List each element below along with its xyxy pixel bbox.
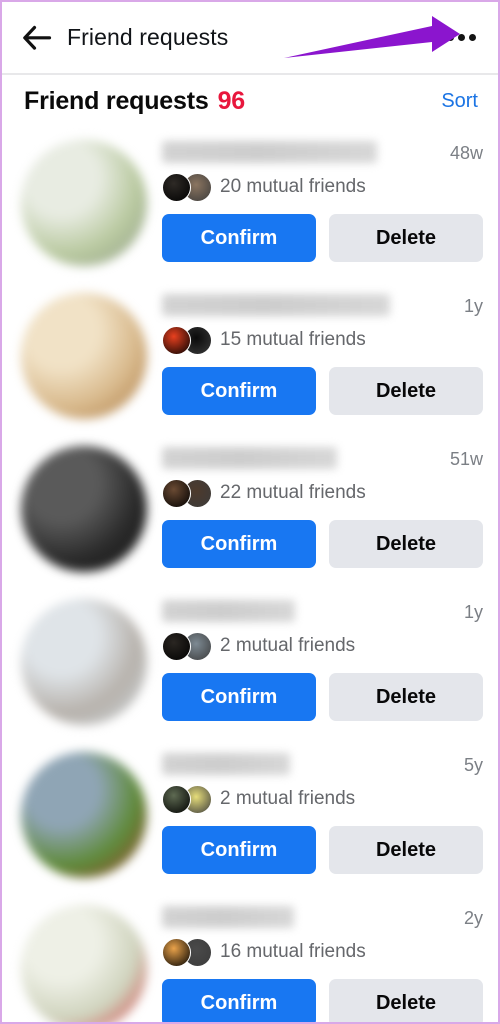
three-dots-menu-icon-dot3 [468,34,476,41]
request-count-badge: 96 [217,86,246,115]
request-body: 2y 16 mutual friends Confirm Delete [148,892,498,1022]
request-topline: 2y [162,898,483,936]
confirm-button[interactable]: Confirm [162,979,316,1022]
request-body: 1y 15 mutual friends Confirm Delete [148,280,498,433]
friend-request-row[interactable]: 48w 20 mutual friends Confirm Delete [2,127,498,280]
mutual-friend-avatars [162,172,212,202]
confirm-button[interactable]: Confirm [162,214,316,262]
page-title: Friend requests [67,24,229,50]
profile-name[interactable] [162,753,290,775]
delete-button[interactable]: Delete [329,979,483,1022]
three-dots-menu-icon-dot2 [457,34,465,41]
delete-button[interactable]: Delete [329,520,483,568]
profile-avatar[interactable] [20,292,148,420]
confirm-button[interactable]: Confirm [162,367,316,415]
mutual-friends-label: 15 mutual friends [220,329,366,350]
request-action-buttons: Confirm Delete [162,979,483,1022]
mutual-avatar-1 [162,784,191,814]
request-topline: 48w [162,133,483,171]
request-topline: 1y [162,286,483,324]
mutual-friends-label: 16 mutual friends [220,941,366,962]
mutual-friends-line[interactable]: 16 mutual friends [162,934,483,970]
mutual-friend-avatars [162,937,212,967]
mutual-avatar-1 [162,937,191,967]
request-action-buttons: Confirm Delete [162,367,483,415]
request-body: 48w 20 mutual friends Confirm Delete [148,127,498,280]
mutual-avatar-1 [162,172,191,202]
profile-avatar[interactable] [20,598,148,726]
request-timestamp: 5y [463,755,483,775]
mutual-friends-line[interactable]: 2 mutual friends [162,628,483,664]
mutual-friends-line[interactable]: 20 mutual friends [162,169,483,205]
profile-name[interactable] [162,141,377,163]
profile-name[interactable] [162,294,390,316]
three-dots-menu-icon [446,34,454,41]
request-timestamp: 48w [449,143,483,163]
request-timestamp: 1y [463,602,483,622]
sort-button[interactable]: Sort [441,90,478,113]
mutual-friend-avatars [162,631,212,661]
delete-button[interactable]: Delete [329,673,483,721]
profile-avatar[interactable] [20,751,148,879]
request-timestamp: 2y [463,908,483,928]
section-title: Friend requests [24,86,209,115]
arrow-left-icon [22,25,52,51]
profile-avatar[interactable] [20,445,148,573]
profile-name[interactable] [162,600,295,622]
confirm-button[interactable]: Confirm [162,826,316,874]
back-button[interactable] [16,17,58,59]
request-topline: 1y [162,592,483,630]
delete-button[interactable]: Delete [329,367,483,415]
request-topline: 5y [162,745,483,783]
section-header: Friend requests 96 Sort [2,75,498,127]
mutual-avatar-1 [162,478,191,508]
mutual-friends-label: 2 mutual friends [220,788,356,809]
request-body: 51w 22 mutual friends Confirm Delete [148,433,498,586]
friend-request-row[interactable]: 1y 2 mutual friends Confirm Delete [2,586,498,739]
mutual-avatar-1 [162,325,191,355]
request-action-buttons: Confirm Delete [162,520,483,568]
annotation-arrow-icon [284,16,460,58]
request-action-buttons: Confirm Delete [162,214,483,262]
mutual-friend-avatars [162,325,212,355]
mutual-friends-line[interactable]: 15 mutual friends [162,322,483,358]
friend-request-row[interactable]: 5y 2 mutual friends Confirm Delete [2,739,498,892]
request-topline: 51w [162,439,483,477]
request-body: 1y 2 mutual friends Confirm Delete [148,586,498,739]
confirm-button[interactable]: Confirm [162,520,316,568]
friend-request-row[interactable]: 1y 15 mutual friends Confirm Delete [2,280,498,433]
request-action-buttons: Confirm Delete [162,826,483,874]
mutual-friends-label: 22 mutual friends [220,482,366,503]
request-action-buttons: Confirm Delete [162,673,483,721]
mutual-friends-line[interactable]: 2 mutual friends [162,781,483,817]
mutual-friend-avatars [162,478,212,508]
mutual-friends-label: 2 mutual friends [220,635,356,656]
mutual-friends-line[interactable]: 22 mutual friends [162,475,483,511]
mutual-friends-label: 20 mutual friends [220,176,366,197]
mutual-avatar-1 [162,631,191,661]
profile-name[interactable] [162,906,294,928]
profile-avatar[interactable] [20,904,148,1022]
profile-name[interactable] [162,447,337,469]
request-timestamp: 1y [463,296,483,316]
mutual-friend-avatars [162,784,212,814]
request-timestamp: 51w [449,449,483,469]
friend-request-row[interactable]: 2y 16 mutual friends Confirm Delete [2,892,498,1022]
friend-request-list: 48w 20 mutual friends Confirm Delete 1y 15 mu… [2,127,498,1022]
phone-screen: Friend requests Friend requests 96 Sort … [0,0,500,1024]
delete-button[interactable]: Delete [329,214,483,262]
overflow-menu-button[interactable] [440,17,482,59]
profile-avatar[interactable] [20,139,148,267]
delete-button[interactable]: Delete [329,826,483,874]
app-bar: Friend requests [2,2,498,73]
request-body: 5y 2 mutual friends Confirm Delete [148,739,498,892]
friend-request-row[interactable]: 51w 22 mutual friends Confirm Delete [2,433,498,586]
confirm-button[interactable]: Confirm [162,673,316,721]
